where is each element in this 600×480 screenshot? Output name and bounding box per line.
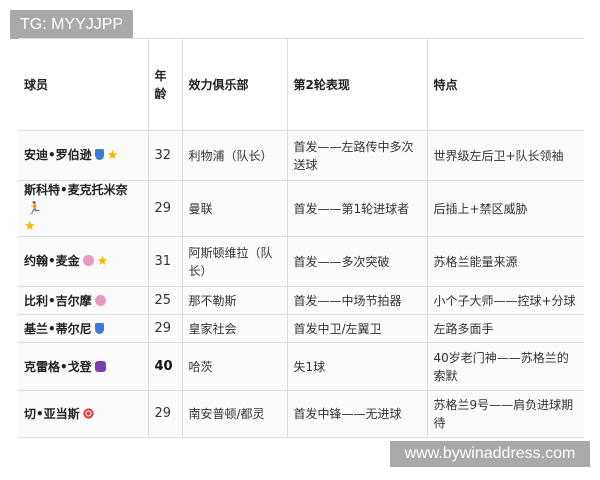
- player-name-cell: 切•亚当斯: [18, 390, 148, 437]
- trait-cell: 苏格兰9号——肩负进球期待: [426, 390, 584, 437]
- target-icon: [82, 407, 94, 419]
- performance-cell: 首发中卫/左翼卫: [286, 314, 427, 343]
- header-player: 球员: [18, 38, 148, 131]
- runner-icon: 🏃: [27, 201, 42, 215]
- club-cell: 利物浦（队长）: [181, 130, 287, 181]
- brain-icon: [82, 255, 94, 266]
- shield-icon: [94, 322, 104, 334]
- table-row: 比利•吉尔摩 25 那不勒斯 首发——中场节拍器 小个子大师——控球+分球: [18, 286, 584, 315]
- star-icon: ★: [96, 254, 109, 269]
- header-trait: 特点: [426, 38, 584, 131]
- trait-cell: 后插上+禁区威胁: [426, 180, 584, 237]
- age-cell: 29: [147, 314, 182, 343]
- trait-cell: 小个子大师——控球+分球: [426, 286, 584, 315]
- table-row: 安迪•罗伯逊 ★ 32 利物浦（队长） 首发——左路传中多次送球 世界级左后卫+队…: [18, 130, 584, 181]
- gem-icon: [94, 360, 106, 372]
- brain-icon: [94, 294, 106, 306]
- club-cell: 哈茨: [181, 342, 287, 391]
- age-cell: 29: [147, 180, 182, 237]
- header-club: 效力俱乐部: [181, 38, 287, 131]
- watermark-url: www.bywinaddress.com: [390, 441, 590, 467]
- player-name-cell: 安迪•罗伯逊 ★: [18, 130, 148, 181]
- club-cell: 那不勒斯: [181, 286, 287, 315]
- star-icon: ★: [24, 219, 36, 234]
- player-name-cell: 克雷格•戈登: [18, 342, 148, 391]
- trait-cell: 40岁老门神——苏格兰的索默: [426, 342, 584, 391]
- table-row: 基兰•蒂尔尼 29 皇家社会 首发中卫/左翼卫 左路多面手: [18, 314, 584, 343]
- player-name: 斯科特•麦克托米奈: [24, 183, 128, 197]
- player-name: 约翰•麦金: [24, 254, 80, 268]
- trait-cell: 世界级左后卫+队长领袖: [426, 130, 584, 181]
- performance-cell: 首发——左路传中多次送球: [286, 130, 427, 181]
- age-cell: 29: [147, 390, 182, 437]
- player-name: 基兰•蒂尔尼: [24, 321, 92, 336]
- trait-cell: 苏格兰能量来源: [426, 236, 584, 287]
- age-cell: 31: [147, 236, 182, 287]
- club-cell: 皇家社会: [181, 314, 287, 343]
- shield-icon: [94, 149, 104, 160]
- age-cell: 25: [147, 286, 182, 315]
- player-name-cell: 斯科特•麦克托米奈 🏃 ★: [18, 180, 148, 237]
- table-header-row: 球员 年龄 效力俱乐部 第2轮表现 特点: [18, 38, 584, 131]
- table-row: 约翰•麦金 ★ 31 阿斯顿维拉（队长） 首发——多次突破 苏格兰能量来源: [18, 236, 584, 287]
- performance-cell: 首发——中场节拍器: [286, 286, 427, 315]
- trait-cell: 左路多面手: [426, 314, 584, 343]
- header-age: 年龄: [147, 38, 182, 131]
- age-cell: 32: [147, 130, 182, 181]
- header-performance: 第2轮表现: [286, 38, 427, 131]
- performance-cell: 首发——多次突破: [286, 236, 427, 287]
- player-name-cell: 约翰•麦金 ★: [18, 236, 148, 287]
- performance-cell: 失1球: [286, 342, 427, 391]
- star-icon: ★: [106, 148, 119, 163]
- player-name: 比利•吉尔摩: [24, 293, 92, 308]
- performance-cell: 首发中锋——无进球: [286, 390, 427, 437]
- club-cell: 曼联: [181, 180, 287, 237]
- player-name: 安迪•罗伯逊: [24, 148, 92, 162]
- player-name-cell: 比利•吉尔摩: [18, 286, 148, 315]
- player-name: 克雷格•戈登: [24, 359, 92, 374]
- player-name: 切•亚当斯: [24, 406, 80, 421]
- performance-cell: 首发——第1轮进球者: [286, 180, 427, 237]
- channel-tag: TG: MYYJJPP: [10, 10, 134, 39]
- table-row: 斯科特•麦克托米奈 🏃 ★ 29 曼联 首发——第1轮进球者 后插上+禁区威胁: [18, 180, 584, 237]
- age-cell: 40: [147, 342, 182, 391]
- club-cell: 阿斯顿维拉（队长）: [181, 236, 287, 287]
- table-row: 切•亚当斯 29 南安普顿/都灵 首发中锋——无进球 苏格兰9号——肩负进球期待: [18, 390, 584, 437]
- table-row: 克雷格•戈登 40 哈茨 失1球 40岁老门神——苏格兰的索默: [18, 342, 584, 391]
- player-name-cell: 基兰•蒂尔尼: [18, 314, 148, 343]
- player-table: 球员 年龄 效力俱乐部 第2轮表现 特点 安迪•罗伯逊 ★ 32 利物浦（队长） …: [18, 38, 584, 437]
- club-cell: 南安普顿/都灵: [181, 390, 287, 437]
